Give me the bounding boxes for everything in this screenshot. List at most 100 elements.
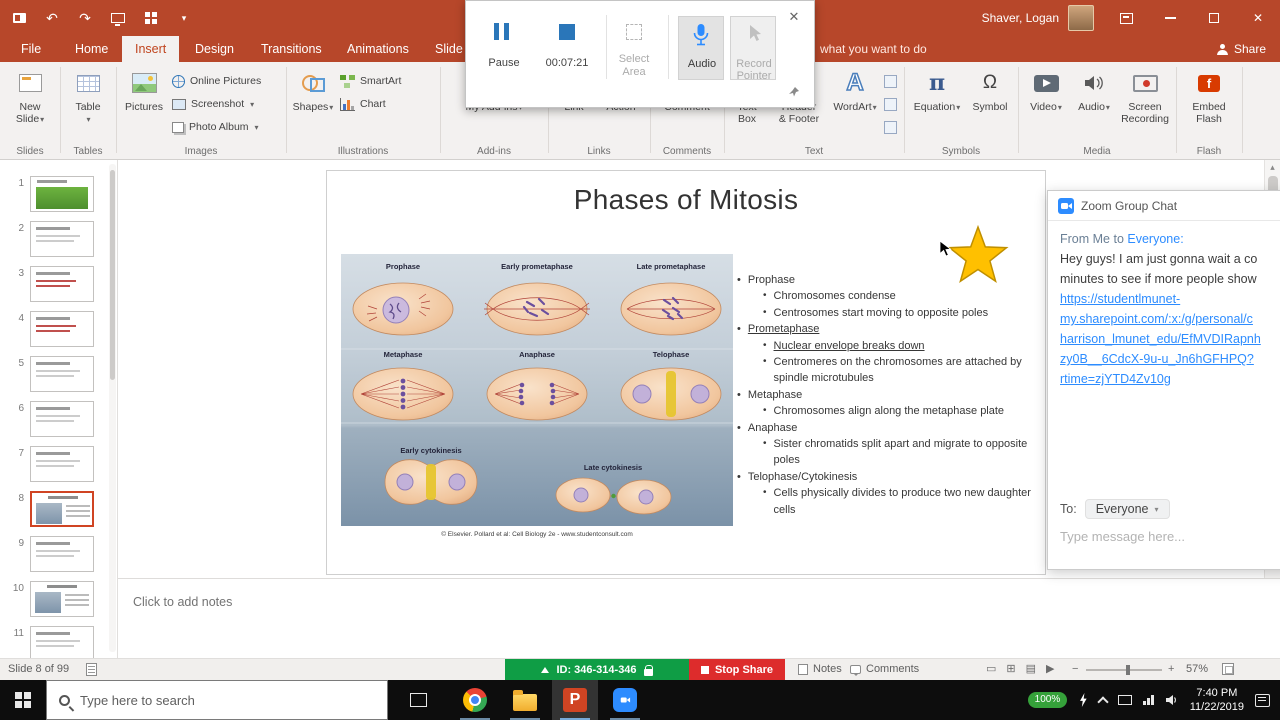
slide-thumbnail-5[interactable]: 5 bbox=[0, 356, 117, 396]
tab-transitions[interactable]: Transitions bbox=[248, 36, 335, 62]
slide-number-button[interactable] bbox=[884, 94, 897, 114]
tab-animations[interactable]: Animations bbox=[334, 36, 422, 62]
customize-qat-icon[interactable]: ▾ bbox=[175, 9, 193, 27]
pause-button[interactable]: Pause bbox=[469, 57, 539, 69]
taskbar-search-input[interactable]: Type here to search bbox=[46, 680, 388, 720]
new-slide-button[interactable]: New Slide▾ bbox=[8, 65, 52, 126]
file-explorer-taskbar-button[interactable] bbox=[502, 680, 548, 720]
audio-toggle-button[interactable]: Audio bbox=[678, 16, 724, 80]
chat-link[interactable]: harrison_lmunet_edu/EfMVDIRapnh bbox=[1060, 329, 1280, 349]
online-pictures-button[interactable]: Online Pictures bbox=[172, 71, 261, 91]
slide-canvas[interactable]: Phases of Mitosis Prophase Early prometa… bbox=[326, 170, 1046, 575]
audio-button[interactable]: Audio▾ bbox=[1072, 65, 1116, 114]
photo-album-button[interactable]: Photo Album ▾ bbox=[172, 117, 259, 137]
stop-share-button[interactable]: Stop Share bbox=[689, 659, 785, 681]
avatar[interactable] bbox=[1068, 5, 1094, 31]
maximize-button[interactable] bbox=[1192, 0, 1236, 36]
stop-icon[interactable] bbox=[559, 24, 575, 40]
tab-file[interactable]: File bbox=[8, 36, 54, 62]
slide-thumbnail-9[interactable]: 9 bbox=[0, 536, 117, 576]
chat-header[interactable]: Zoom Group Chat bbox=[1048, 191, 1280, 221]
redo-icon[interactable]: ↷ bbox=[76, 9, 94, 27]
slide-thumbnail-4[interactable]: 4 bbox=[0, 311, 117, 351]
zoom-out-button[interactable]: − bbox=[1072, 663, 1078, 675]
tab-design[interactable]: Design bbox=[182, 36, 247, 62]
ribbon-display-options-button[interactable] bbox=[1104, 0, 1148, 36]
shapes-button[interactable]: Shapes▾ bbox=[290, 65, 336, 114]
powerpoint-taskbar-button[interactable]: P bbox=[552, 680, 598, 720]
slide-thumbnail-3[interactable]: 3 bbox=[0, 266, 117, 306]
slide-thumbnail-1[interactable]: 1 bbox=[0, 176, 117, 216]
zoom-in-button[interactable]: + bbox=[1168, 663, 1174, 675]
tab-home[interactable]: Home bbox=[62, 36, 121, 62]
close-button[interactable]: ✕ bbox=[1236, 0, 1280, 36]
zoom-meeting-id-bar[interactable]: ID: 346-314-346 bbox=[505, 659, 689, 681]
chart-button[interactable]: Chart bbox=[340, 94, 386, 114]
slide-thumbnail-10[interactable]: 10 bbox=[0, 581, 117, 621]
chat-link[interactable]: https://studentlmunet- bbox=[1060, 289, 1280, 309]
slide-thumbnail-2[interactable]: 2 bbox=[0, 221, 117, 261]
object-button[interactable] bbox=[884, 117, 897, 137]
slide-thumbnail-8-selected[interactable]: 8 bbox=[0, 491, 117, 531]
equation-button[interactable]: π Equation▾ bbox=[908, 65, 966, 114]
chat-message-list[interactable]: From Me to Everyone: Hey guys! I am just… bbox=[1048, 221, 1280, 397]
task-view-button[interactable] bbox=[396, 680, 440, 720]
chrome-taskbar-button[interactable] bbox=[452, 680, 498, 720]
smartart-button[interactable]: SmartArt bbox=[340, 71, 401, 91]
close-recorder-icon[interactable]: ✕ bbox=[786, 9, 802, 25]
taskbar-clock[interactable]: 7:40 PM 11/22/2019 bbox=[1190, 686, 1244, 714]
screen-recording-button[interactable]: Screen Recording bbox=[1118, 65, 1172, 125]
embed-flash-button[interactable]: f Embed Flash bbox=[1180, 65, 1238, 125]
pin-toolbar-icon[interactable] bbox=[788, 86, 800, 101]
reading-view-icon[interactable]: ▤ bbox=[1026, 662, 1036, 675]
touch-mode-icon[interactable] bbox=[142, 9, 160, 27]
tab-insert[interactable]: Insert bbox=[122, 36, 180, 62]
action-center-icon[interactable] bbox=[1255, 693, 1270, 707]
fit-to-window-icon[interactable] bbox=[1222, 663, 1234, 675]
battery-indicator[interactable]: 100% bbox=[1027, 692, 1068, 708]
slide-thumbnail-7[interactable]: 7 bbox=[0, 446, 117, 486]
notes-pane[interactable]: Click to add notes bbox=[118, 578, 1280, 658]
tray-expand-icon[interactable] bbox=[1097, 695, 1109, 708]
pictures-button[interactable]: Pictures bbox=[120, 65, 168, 113]
star-shape[interactable] bbox=[945, 224, 1011, 286]
spellcheck-icon[interactable] bbox=[86, 663, 97, 676]
chat-link[interactable]: my.sharepoint.com/:x:/g/personal/c bbox=[1060, 309, 1280, 329]
account-chip[interactable]: Shaver, Logan bbox=[982, 0, 1094, 36]
thumbnail-scrollbar[interactable] bbox=[109, 164, 116, 652]
table-button[interactable]: Table ▾ bbox=[68, 65, 108, 126]
chat-link[interactable]: zy0B__6CdcX-9u-u_Jn6hGFHPQ? bbox=[1060, 349, 1280, 369]
chat-message-input[interactable]: Type message here... bbox=[1060, 529, 1185, 544]
mitosis-figure-image[interactable]: Prophase Early prometaphase Late prometa… bbox=[341, 254, 733, 526]
date-time-button[interactable] bbox=[884, 71, 897, 91]
slide-thumbnail-6[interactable]: 6 bbox=[0, 401, 117, 441]
comments-toggle-button[interactable]: Comments bbox=[850, 663, 919, 676]
slide-thumbnail-11[interactable]: 11 bbox=[0, 626, 117, 658]
chat-recipient-dropdown[interactable]: Everyone ▾ bbox=[1084, 499, 1170, 519]
notes-placeholder[interactable]: Click to add notes bbox=[133, 595, 232, 609]
volume-icon[interactable] bbox=[1165, 694, 1179, 706]
tell-me-box[interactable]: what you want to do bbox=[820, 36, 927, 62]
zoom-slider-track[interactable] bbox=[1086, 669, 1162, 671]
start-slideshow-icon[interactable] bbox=[109, 9, 127, 27]
slideshow-view-icon[interactable]: ▶ bbox=[1046, 662, 1054, 675]
zoom-level[interactable]: 57% bbox=[1186, 663, 1208, 675]
wordart-button[interactable]: A WordArt▾ bbox=[830, 65, 880, 114]
zoom-taskbar-button[interactable] bbox=[602, 680, 648, 720]
network-icon[interactable] bbox=[1143, 695, 1154, 705]
screenshot-button[interactable]: Screenshot ▾ bbox=[172, 94, 254, 114]
slide-bullet-text[interactable]: Prophase Chromosomes condense Centrosome… bbox=[737, 272, 1051, 518]
notes-toggle-button[interactable]: Notes bbox=[798, 663, 842, 675]
scroll-up-icon[interactable]: ▴ bbox=[1265, 160, 1280, 174]
undo-icon[interactable]: ↶ bbox=[43, 9, 61, 27]
video-button[interactable]: Video▾ bbox=[1024, 65, 1068, 114]
slide-sorter-view-icon[interactable]: ⊞ bbox=[1006, 662, 1015, 675]
display-tray-icon[interactable] bbox=[1118, 695, 1133, 705]
slide-title[interactable]: Phases of Mitosis bbox=[327, 184, 1045, 216]
normal-view-icon[interactable]: ▭ bbox=[986, 662, 996, 675]
chat-link[interactable]: rtime=zjYTD4Zv10g bbox=[1060, 369, 1280, 389]
share-button[interactable]: Share bbox=[1216, 36, 1266, 62]
start-button[interactable] bbox=[0, 680, 46, 720]
symbol-button[interactable]: Ω Symbol bbox=[968, 65, 1012, 113]
record-pointer-button[interactable]: Record Pointer bbox=[730, 16, 776, 82]
